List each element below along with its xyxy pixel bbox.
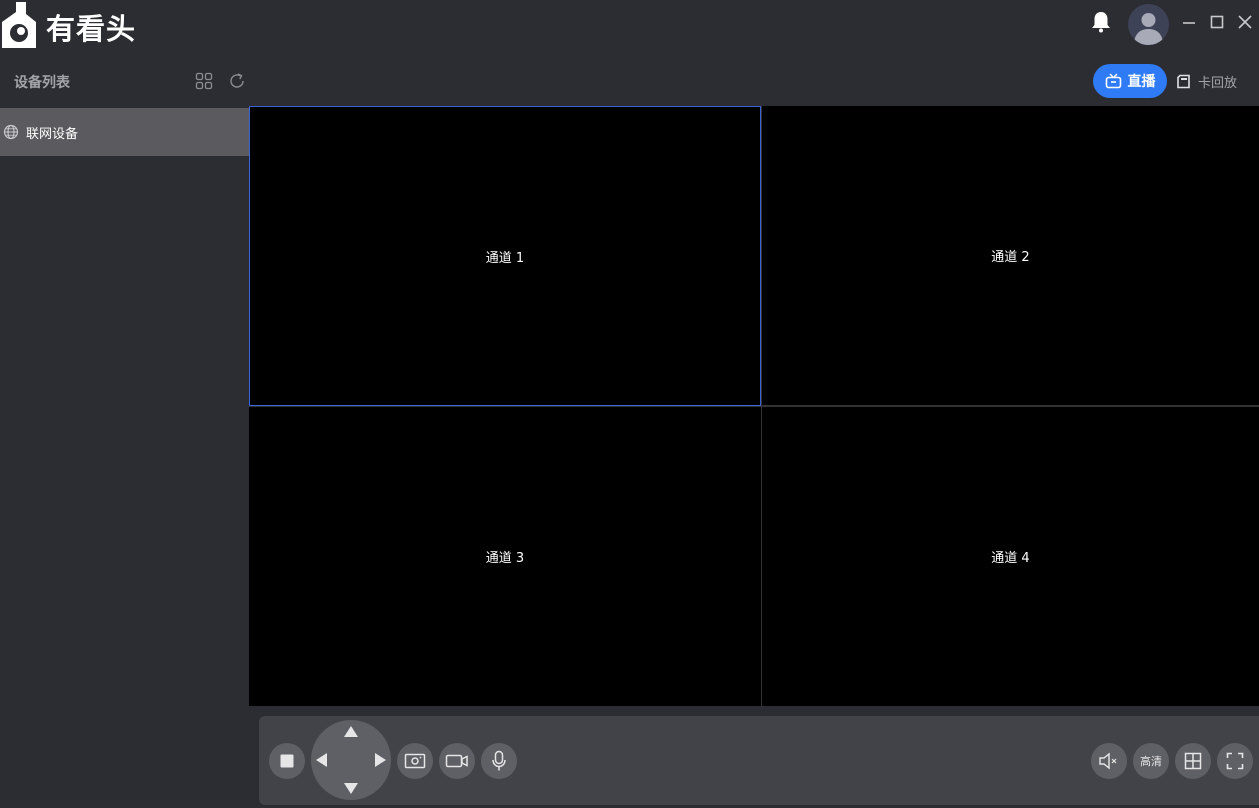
mute-icon xyxy=(1099,752,1117,770)
fullscreen-button[interactable] xyxy=(1217,743,1253,779)
microphone-icon xyxy=(492,750,506,771)
sd-card-icon xyxy=(1177,74,1190,88)
microphone-button[interactable] xyxy=(481,743,517,779)
title-bar: 有看头 xyxy=(0,0,1259,60)
sidebar-item-networked-devices[interactable]: 联网设备 xyxy=(0,108,249,156)
camera-logo-icon xyxy=(2,2,36,48)
channel-cell-2[interactable]: 通道 2 xyxy=(761,106,1259,406)
bell-icon[interactable] xyxy=(1088,9,1114,35)
app-name: 有看头 xyxy=(46,12,137,46)
stop-button[interactable] xyxy=(269,743,305,779)
record-button[interactable] xyxy=(439,743,475,779)
maximize-icon[interactable] xyxy=(1208,13,1226,31)
ptz-pad[interactable] xyxy=(311,720,391,800)
card-playback-button[interactable]: 卡回放 xyxy=(1176,66,1256,96)
channel-label: 通道 4 xyxy=(991,551,1030,566)
device-list-title: 设备列表 xyxy=(14,75,70,91)
snapshot-icon xyxy=(404,753,426,769)
refresh-icon[interactable] xyxy=(228,72,246,90)
mute-button[interactable] xyxy=(1091,743,1127,779)
sidebar-item-label: 联网设备 xyxy=(26,126,79,142)
close-icon[interactable] xyxy=(1236,13,1254,31)
ptz-left-arrow[interactable] xyxy=(316,753,327,767)
channel-cell-4[interactable]: 通道 4 xyxy=(761,406,1259,706)
snapshot-button[interactable] xyxy=(397,743,433,779)
hd-label: 高清 xyxy=(1140,756,1162,768)
channel-cell-3[interactable]: 通道 3 xyxy=(249,406,761,706)
sidebar: 联网设备 xyxy=(0,106,249,808)
record-icon xyxy=(445,754,468,768)
app-logo: 有看头 xyxy=(0,0,160,56)
video-grid: 通道 1 通道 2 通道 3 通道 4 xyxy=(249,106,1259,706)
playback-label: 卡回放 xyxy=(1198,75,1238,91)
stop-icon xyxy=(280,754,294,768)
split-screen-icon xyxy=(1184,752,1202,770)
grid-view-icon[interactable] xyxy=(195,72,213,90)
channel-cell-1[interactable]: 通道 1 xyxy=(249,106,761,406)
sub-header: 设备列表 xyxy=(0,60,1259,106)
ptz-down-arrow[interactable] xyxy=(344,783,358,794)
ptz-right-arrow[interactable] xyxy=(375,753,386,767)
ptz-up-arrow[interactable] xyxy=(344,726,358,737)
fullscreen-icon xyxy=(1226,752,1244,770)
control-bar: 高清 xyxy=(259,716,1259,805)
split-screen-button[interactable] xyxy=(1175,743,1211,779)
channel-label: 通道 2 xyxy=(991,250,1030,265)
globe-icon xyxy=(3,124,19,140)
live-button[interactable]: 直播 xyxy=(1093,64,1167,98)
avatar[interactable] xyxy=(1128,4,1169,45)
minimize-icon[interactable] xyxy=(1180,13,1198,31)
hd-toggle[interactable]: 高清 xyxy=(1133,743,1169,779)
tv-icon xyxy=(1105,73,1121,89)
channel-label: 通道 1 xyxy=(485,250,525,266)
channel-label: 通道 3 xyxy=(485,551,525,566)
live-label: 直播 xyxy=(1127,74,1156,90)
